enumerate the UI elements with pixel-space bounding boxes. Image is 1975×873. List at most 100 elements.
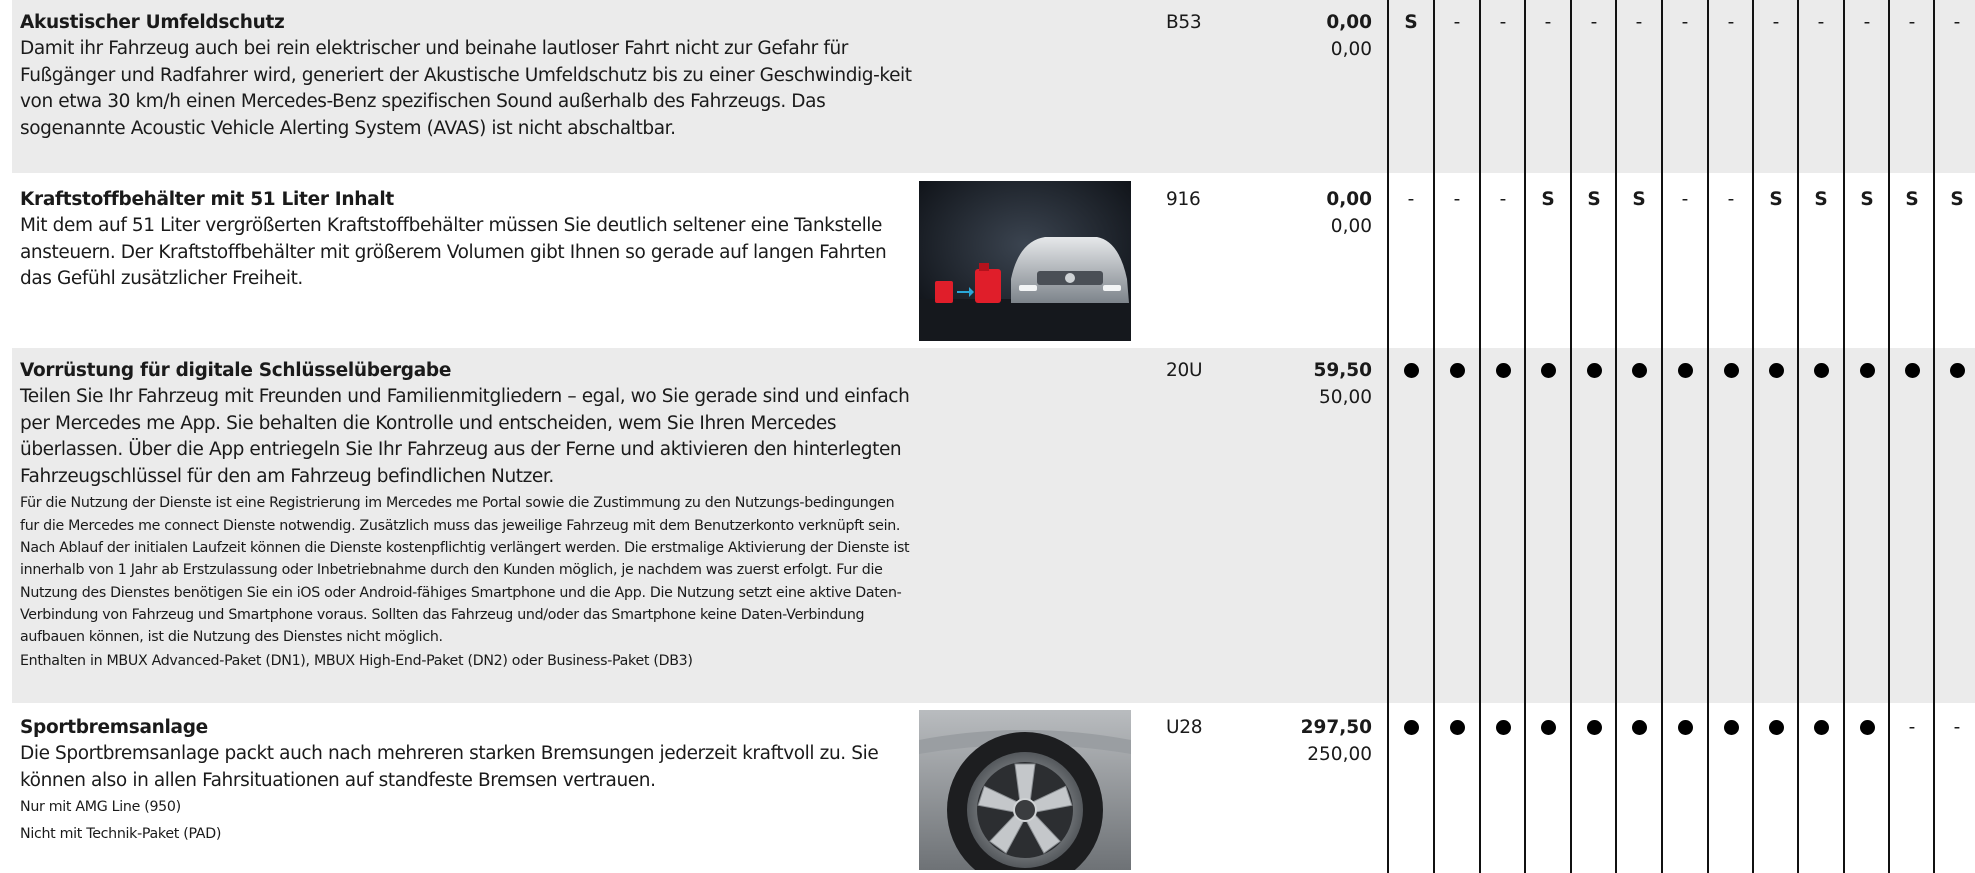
grid-column-rule [1661,0,1663,873]
optional-dot-icon [1889,357,1935,384]
option-code: 916 [1166,189,1201,210]
option-price: 59,50 50,00 [1252,357,1372,411]
option-note: Nicht mit Technik-Paket (PAD) [20,826,222,843]
not-available-mark: - [1499,12,1507,33]
option-description: Akustischer Umfeldschutz Damit ihr Fahrz… [20,9,915,142]
not-available-mark: - [1817,12,1825,33]
optional-dot-icon [1616,714,1662,741]
not-available-mark: - [1681,189,1689,210]
option-body: Die Sportbremsanlage packt auch nach meh… [20,743,879,791]
grid-column-rule [1797,0,1799,873]
grid-column-rule [1433,0,1435,873]
not-available-mark: - [1590,12,1598,33]
option-title: Sportbremsanlage [20,717,208,738]
standard-mark: S [1950,189,1964,210]
optional-dot-icon [1571,357,1617,384]
optional-dot-icon [1934,357,1975,384]
optional-dot-icon [1844,357,1890,384]
not-available-mark: - [1453,189,1461,210]
standard-mark: S [1541,189,1555,210]
option-note: Nur mit AMG Line (950) [20,799,181,816]
option-row-20u: Vorrüstung für digitale Schlüsselübergab… [12,348,1975,703]
standard-mark: S [1814,189,1828,210]
grid-column-rule [1888,0,1890,873]
not-available-mark: - [1727,189,1735,210]
price-net: 250,00 [1307,744,1372,765]
price-net: 0,00 [1330,39,1372,60]
optional-dot-icon [1708,714,1754,741]
grid-column-rule [1752,0,1754,873]
optional-dot-icon [1434,714,1480,741]
brake-wheel-image [919,710,1131,870]
option-title: Vorrüstung für digitale Schlüsselübergab… [20,360,452,381]
not-available-mark: - [1908,717,1916,738]
optional-dot-icon [1525,714,1571,741]
grid-column-rule [1570,0,1572,873]
optional-dot-icon [1480,357,1526,384]
price-gross: 297,50 [1300,717,1372,738]
optional-dot-icon [1798,357,1844,384]
not-available-mark: - [1499,189,1507,210]
standard-mark: S [1905,189,1919,210]
option-code: B53 [1166,12,1202,33]
grid-column-rule [1387,0,1389,873]
not-available-mark: - [1908,12,1916,33]
optional-dot-icon [1662,357,1708,384]
not-available-mark: - [1635,12,1643,33]
option-price: 297,50 250,00 [1252,714,1372,768]
price-gross: 59,50 [1313,360,1372,381]
standard-mark: S [1404,12,1418,33]
optional-dot-icon [1844,714,1890,741]
standard-mark: S [1769,189,1783,210]
option-description: Kraftstoffbehälter mit 51 Liter Inhalt M… [20,186,915,293]
grid-column-rule [1707,0,1709,873]
price-net: 50,00 [1319,387,1372,408]
price-gross: 0,00 [1326,12,1372,33]
price-net: 0,00 [1330,216,1372,237]
optional-dot-icon [1388,714,1434,741]
grid-column-rule [1843,0,1845,873]
not-available-mark: - [1953,12,1961,33]
optional-dot-icon [1753,357,1799,384]
not-available-mark: - [1863,12,1871,33]
option-code: 20U [1166,360,1203,381]
option-description: Vorrüstung für digitale Schlüsselübergab… [20,357,915,675]
standard-mark: S [1860,189,1874,210]
option-fineprint: Für die Nutzung der Dienste ist eine Reg… [20,495,910,646]
optional-dot-icon [1616,357,1662,384]
option-body: Mit dem auf 51 Liter vergrößerten Krafts… [20,215,887,290]
not-available-mark: - [1453,12,1461,33]
option-body: Teilen Sie Ihr Fahrzeug mit Freunden und… [20,386,910,487]
option-description: Sportbremsanlage Die Sportbremsanlage pa… [20,714,915,848]
not-available-mark: - [1727,12,1735,33]
option-body: Damit ihr Fahrzeug auch bei rein elektri… [20,38,912,139]
not-available-mark: - [1953,717,1961,738]
standard-mark: S [1632,189,1646,210]
optional-dot-icon [1388,357,1434,384]
option-code: U28 [1166,717,1203,738]
grid-column-rule [1615,0,1617,873]
optional-dot-icon [1525,357,1571,384]
fuel-tank-image [919,181,1131,341]
option-note: Enthalten in MBUX Advanced-Paket (DN1), … [20,653,693,670]
option-title: Kraftstoffbehälter mit 51 Liter Inhalt [20,189,394,210]
grid-column-rule [1524,0,1526,873]
option-price: 0,00 0,00 [1252,186,1372,240]
standard-mark: S [1587,189,1601,210]
grid-column-rule [1479,0,1481,873]
optional-dot-icon [1662,714,1708,741]
optional-dot-icon [1434,357,1480,384]
not-available-mark: - [1681,12,1689,33]
optional-dot-icon [1753,714,1799,741]
option-title: Akustischer Umfeldschutz [20,12,285,33]
not-available-mark: - [1407,189,1415,210]
grid-column-rule [1933,0,1935,873]
optional-dot-icon [1798,714,1844,741]
optional-dot-icon [1571,714,1617,741]
optional-dot-icon [1708,357,1754,384]
price-gross: 0,00 [1326,189,1372,210]
option-price: 0,00 0,00 [1252,9,1372,63]
not-available-mark: - [1544,12,1552,33]
optional-dot-icon [1480,714,1526,741]
not-available-mark: - [1772,12,1780,33]
